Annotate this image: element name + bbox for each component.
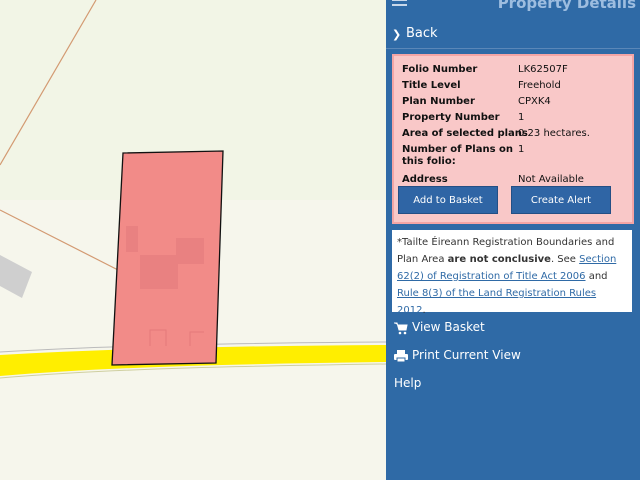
building-footprint <box>176 238 204 264</box>
detail-label: Property Number <box>402 112 500 123</box>
create-alert-button[interactable]: Create Alert <box>511 186 611 214</box>
detail-value: 1 <box>518 144 525 155</box>
detail-label: Area of selected plans <box>402 128 528 139</box>
property-details-panel: Property Details ❯ Back Folio Number LK6… <box>386 0 640 480</box>
building-footprint <box>140 255 178 289</box>
disclaimer-text: . See <box>550 254 580 265</box>
view-basket-button[interactable]: View Basket <box>386 315 640 341</box>
printer-icon <box>394 350 408 363</box>
detail-value: 0.23 hectares. <box>518 128 590 139</box>
map-view[interactable] <box>0 0 386 480</box>
help-label: Help <box>394 376 422 390</box>
help-button[interactable]: Help <box>386 371 640 397</box>
building-footprint <box>126 226 138 252</box>
detail-value: LK62507F <box>518 64 568 75</box>
map-canvas[interactable] <box>0 0 386 480</box>
disclaimer-emphasis: are not conclusive <box>447 254 551 265</box>
view-basket-label: View Basket <box>412 320 485 334</box>
print-current-view-button[interactable]: Print Current View <box>386 343 640 369</box>
disclaimer-note: *Tailte Éireann Registration Boundaries … <box>392 230 632 316</box>
detail-value: Freehold <box>518 80 561 91</box>
panel-title: Property Details <box>497 0 636 12</box>
detail-label: Title Level <box>402 80 461 91</box>
detail-label: Number of Plans on this folio: <box>402 144 514 167</box>
chevron-right-icon: ❯ <box>392 28 402 41</box>
detail-value: 1 <box>518 112 525 123</box>
add-to-basket-button[interactable]: Add to Basket <box>398 186 498 214</box>
rule-8-link[interactable]: Rule 8(3) of the Land Registration Rules… <box>397 288 596 316</box>
detail-value: CPXK4 <box>518 96 551 107</box>
disclaimer-text: and <box>585 271 608 282</box>
back-label: Back <box>406 26 438 41</box>
hamburger-icon[interactable] <box>392 0 407 10</box>
print-current-view-label: Print Current View <box>412 348 521 362</box>
detail-value: Not Available <box>518 174 584 185</box>
panel-header: Property Details <box>386 0 640 18</box>
detail-label: Address <box>402 174 448 185</box>
back-button[interactable]: ❯ Back <box>386 22 640 49</box>
cart-icon <box>394 322 408 335</box>
detail-label: Plan Number <box>402 96 475 107</box>
detail-label: Folio Number <box>402 64 478 75</box>
